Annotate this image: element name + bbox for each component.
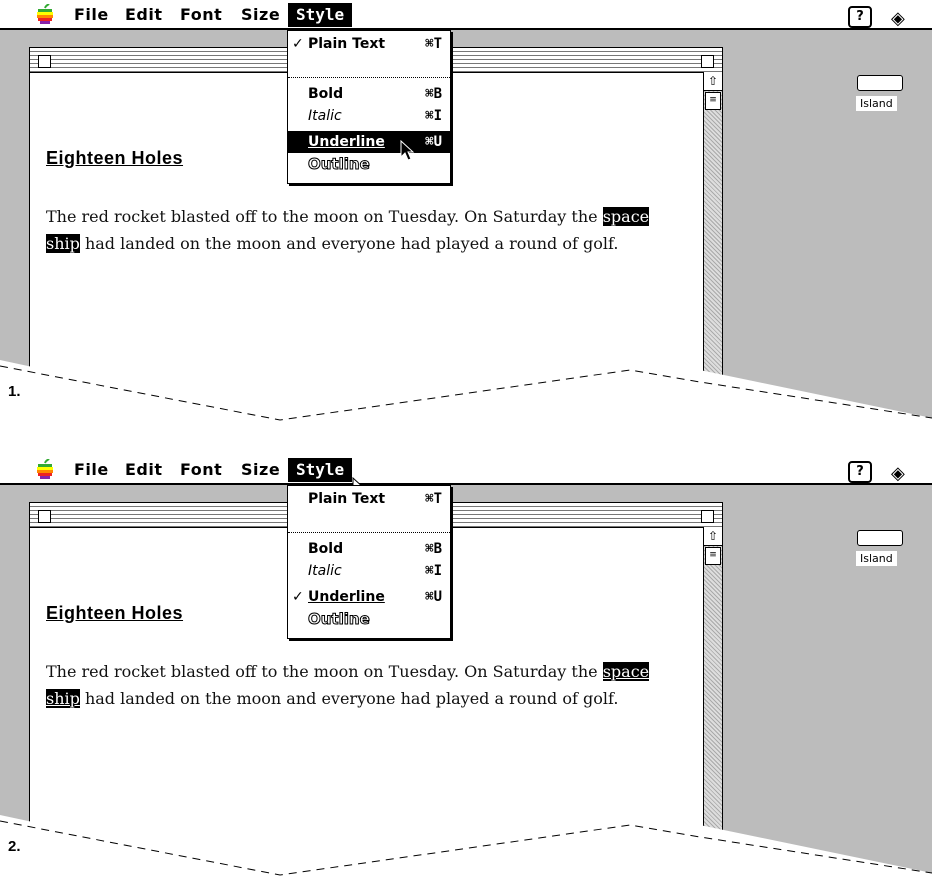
panel-1: File Edit Font Size Style ? ◈ ⇧ ≡ Eighte… [0, 0, 932, 430]
torn-edge [0, 360, 932, 430]
step-number: 1. [8, 383, 21, 400]
step-number: 2. [8, 838, 21, 855]
torn-edge [0, 815, 932, 885]
panel-2: File Edit Font Size Style ? ◈ ⇧ ≡ Eighte… [0, 455, 932, 885]
